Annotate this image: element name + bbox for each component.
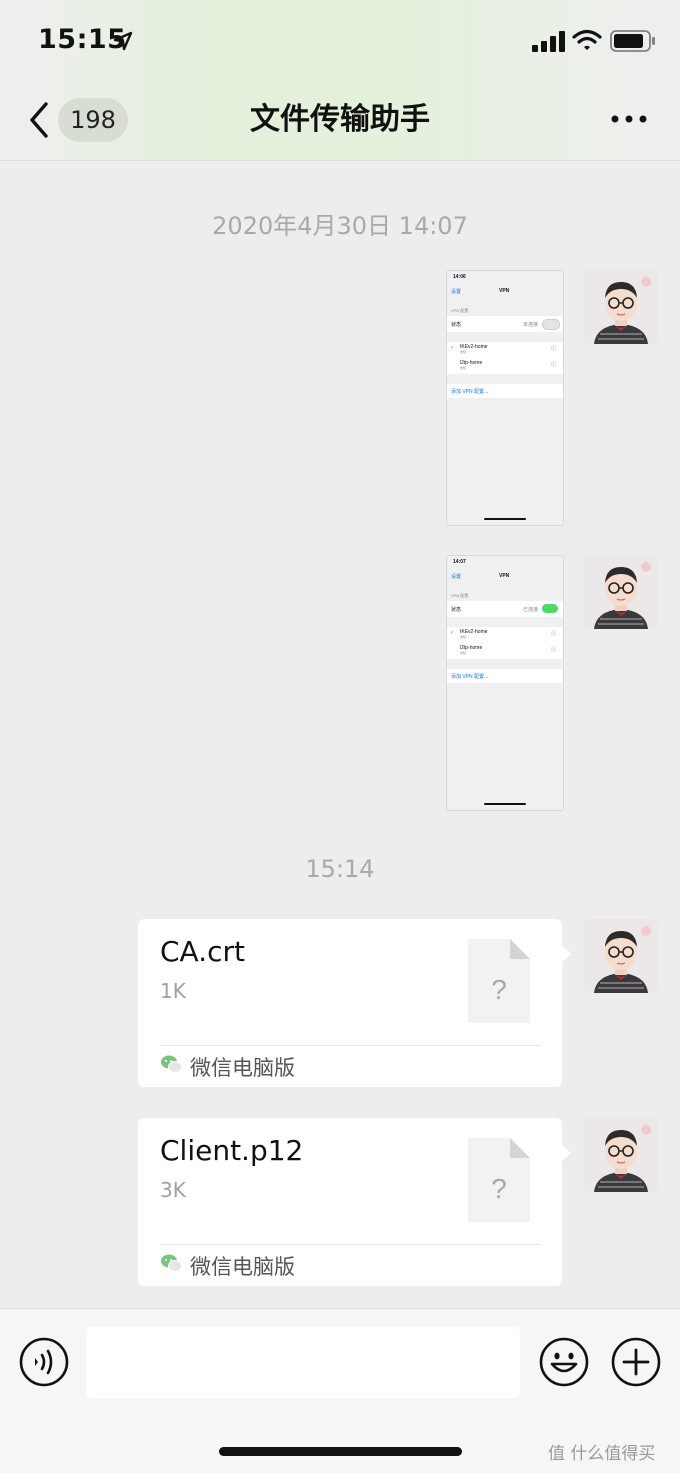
battery-icon [610, 30, 655, 52]
image-message[interactable]: 14:06 设置 VPN VPN 配置 状态 未连接 ✓ IKEv2-home … [446, 270, 564, 526]
add-attachment-icon[interactable] [610, 1336, 662, 1388]
shot-config-sub: 未知 [460, 350, 467, 354]
shot-back-link: 设置 [451, 289, 462, 295]
info-icon: ⓘ [551, 362, 557, 368]
checkmark-icon: ✓ [450, 345, 455, 351]
svg-text:?: ? [491, 1173, 507, 1204]
chat-title: 文件传输助手 [250, 102, 430, 137]
voice-input-icon[interactable] [18, 1336, 70, 1388]
shot-home-indicator [484, 518, 526, 520]
watermark: 值 什么值得买 [548, 1444, 656, 1464]
wifi-icon [572, 29, 602, 50]
shot-add-link: 添加 VPN 配置... [451, 674, 489, 680]
shot-status-label: 状态 [451, 322, 462, 328]
svg-text:?: ? [491, 974, 507, 1005]
file-name: CA.crt [160, 935, 245, 968]
shot-toggle [542, 319, 560, 330]
wechat-logo-icon [161, 1055, 182, 1073]
info-icon: ⓘ [551, 631, 557, 637]
shot-toggle [542, 604, 558, 613]
avatar[interactable] [584, 919, 658, 993]
shot-config-sub: 未知 [460, 651, 467, 655]
shot-config-sub: 未知 [460, 635, 467, 639]
timestamp: 15:14 [305, 855, 375, 883]
shot-section-label: VPN 配置 [451, 308, 469, 313]
file-message[interactable]: CA.crt 1K ? 微信电脑版 [138, 919, 571, 1087]
timestamp: 2020年4月30日 14:07 [212, 212, 468, 240]
shot-status-time: 14:06 [453, 274, 466, 280]
file-size: 1K [160, 979, 186, 1003]
file-name: Client.p12 [160, 1134, 304, 1167]
shot-status-value: 未连接 [523, 322, 539, 328]
shot-config-sub: 未知 [460, 366, 467, 370]
image-message[interactable]: 14:07 设置 VPN VPN 配置 状态 已连接 ✓ IKEv2-home … [446, 555, 564, 811]
info-icon: ⓘ [551, 346, 557, 352]
shot-status-value: 已连接 [523, 607, 539, 613]
source-label: 微信电脑版 [190, 1255, 295, 1279]
bubble-tail [561, 945, 571, 963]
cellular-signal-icon [532, 31, 565, 52]
shot-back-link: 设置 [451, 574, 462, 580]
shot-status-time: 14:07 [453, 559, 466, 565]
avatar[interactable] [584, 270, 658, 344]
file-size: 3K [160, 1178, 186, 1202]
avatar[interactable] [584, 555, 658, 629]
shot-home-indicator [484, 803, 526, 805]
shot-section-label: VPN 配置 [451, 593, 469, 598]
emoji-icon[interactable] [538, 1336, 590, 1388]
source-label: 微信电脑版 [190, 1056, 295, 1080]
divider [160, 1045, 540, 1046]
input-bar: 值 什么值得买 [0, 1308, 680, 1473]
unknown-file-icon: ? [468, 1138, 530, 1222]
wechat-logo-icon [161, 1254, 182, 1272]
location-arrow-icon [113, 31, 133, 51]
checkmark-icon: ✓ [450, 630, 455, 636]
more-options-icon[interactable] [606, 104, 652, 134]
shot-title: VPN [499, 288, 510, 294]
file-message[interactable]: Client.p12 3K ? 微信电脑版 [138, 1118, 571, 1286]
shot-status-label: 状态 [451, 607, 462, 613]
divider [160, 1244, 540, 1245]
shot-title: VPN [499, 573, 510, 579]
message-input[interactable] [86, 1326, 520, 1398]
info-icon: ⓘ [551, 647, 557, 653]
bubble-tail [561, 1144, 571, 1162]
shot-add-link: 添加 VPN 配置... [451, 389, 489, 395]
home-indicator [219, 1447, 462, 1456]
avatar[interactable] [584, 1118, 658, 1192]
unknown-file-icon: ? [468, 939, 530, 1023]
top-bar: 15:15 198 文件传输助手 [0, 0, 680, 161]
